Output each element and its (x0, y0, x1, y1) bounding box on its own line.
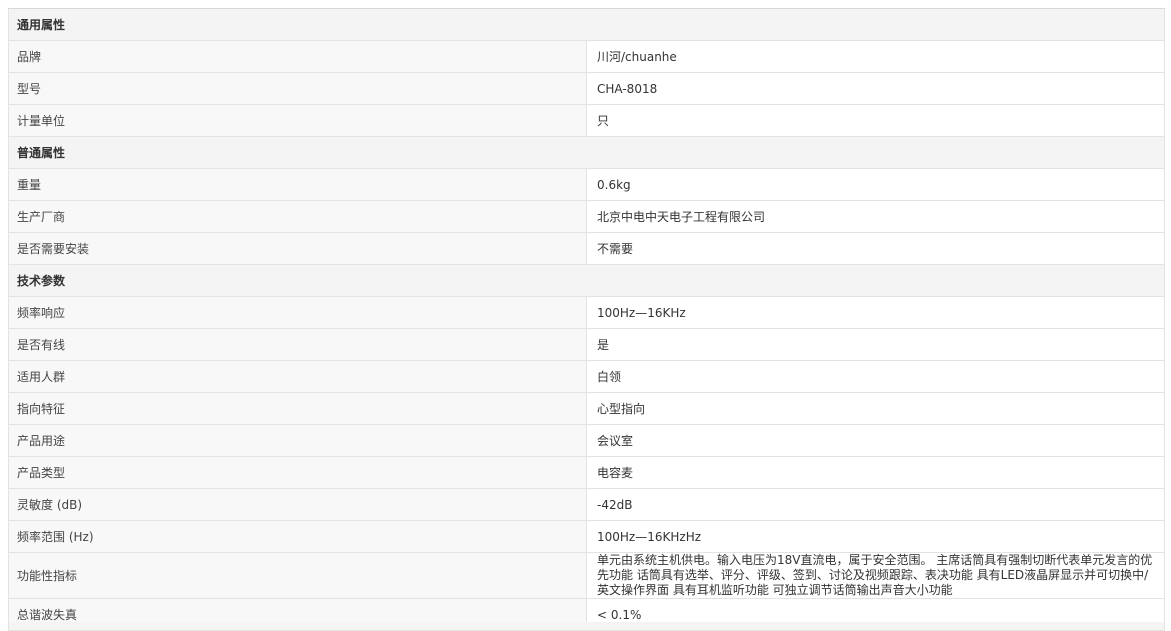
spec-value: CHA-8018 (586, 72, 1165, 105)
product-spec-table: 通用属性 品牌 川河/chuanhe 型号 CHA-8018 计量单位 只 普通… (8, 8, 1165, 631)
spec-value: 心型指向 (586, 392, 1165, 425)
spec-label: 产品类型 (8, 456, 587, 489)
spec-label: 指向特征 (8, 392, 587, 425)
spec-row: 生产厂商 北京中电中天电子工程有限公司 (8, 200, 1165, 233)
spec-value: 不需要 (586, 232, 1165, 265)
spec-value: 是 (586, 328, 1165, 361)
spec-label: 品牌 (8, 40, 587, 73)
spec-label: 频率响应 (8, 296, 587, 329)
spec-row: 是否需要安装 不需要 (8, 232, 1165, 265)
spec-value: 单元由系统主机供电。输入电压为18V直流电，属于安全范围。 主席话筒具有强制切断… (586, 552, 1165, 599)
spec-value: 电容麦 (586, 456, 1165, 489)
spec-value: 会议室 (586, 424, 1165, 457)
spec-label: 是否需要安装 (8, 232, 587, 265)
spec-row: 计量单位 只 (8, 104, 1165, 137)
spec-label: 产品用途 (8, 424, 587, 457)
section-header-technical: 技术参数 (8, 264, 1165, 297)
spec-row: 功能性指标 单元由系统主机供电。输入电压为18V直流电，属于安全范围。 主席话筒… (8, 552, 1165, 599)
section-title: 技术参数 (8, 264, 1165, 297)
spec-row: 频率范围 (Hz) 100Hz—16KHzHz (8, 520, 1165, 553)
spec-label: 功能性指标 (8, 552, 587, 599)
spec-value: 0.6kg (586, 168, 1165, 201)
spec-value: 100Hz—16KHz (586, 296, 1165, 329)
spec-label: 重量 (8, 168, 587, 201)
spec-label: 生产厂商 (8, 200, 587, 233)
section-title: 通用属性 (8, 8, 1165, 41)
spec-row: 指向特征 心型指向 (8, 392, 1165, 425)
spec-value: 只 (586, 104, 1165, 137)
spec-value: 川河/chuanhe (586, 40, 1165, 73)
spec-row: 是否有线 是 (8, 328, 1165, 361)
spec-row: 重量 0.6kg (8, 168, 1165, 201)
spec-label: 适用人群 (8, 360, 587, 393)
spec-row: 产品类型 电容麦 (8, 456, 1165, 489)
spec-row: 灵敏度 (dB) -42dB (8, 488, 1165, 521)
spec-row: 型号 CHA-8018 (8, 72, 1165, 105)
spec-value: 北京中电中天电子工程有限公司 (586, 200, 1165, 233)
spec-row: 适用人群 白领 (8, 360, 1165, 393)
spec-label: 计量单位 (8, 104, 587, 137)
spec-row: 品牌 川河/chuanhe (8, 40, 1165, 73)
spec-label: 是否有线 (8, 328, 587, 361)
spec-value: 白领 (586, 360, 1165, 393)
spec-value: 100Hz—16KHzHz (586, 520, 1165, 553)
spec-label: 型号 (8, 72, 587, 105)
spec-row: 产品用途 会议室 (8, 424, 1165, 457)
spec-label: 灵敏度 (dB) (8, 488, 587, 521)
section-header-general: 通用属性 (8, 8, 1165, 41)
spec-value: -42dB (586, 488, 1165, 521)
spec-row: 频率响应 100Hz—16KHz (8, 296, 1165, 329)
section-header-normal: 普通属性 (8, 136, 1165, 169)
table-bottom-edge (8, 622, 1165, 630)
section-title: 普通属性 (8, 136, 1165, 169)
spec-label: 频率范围 (Hz) (8, 520, 587, 553)
